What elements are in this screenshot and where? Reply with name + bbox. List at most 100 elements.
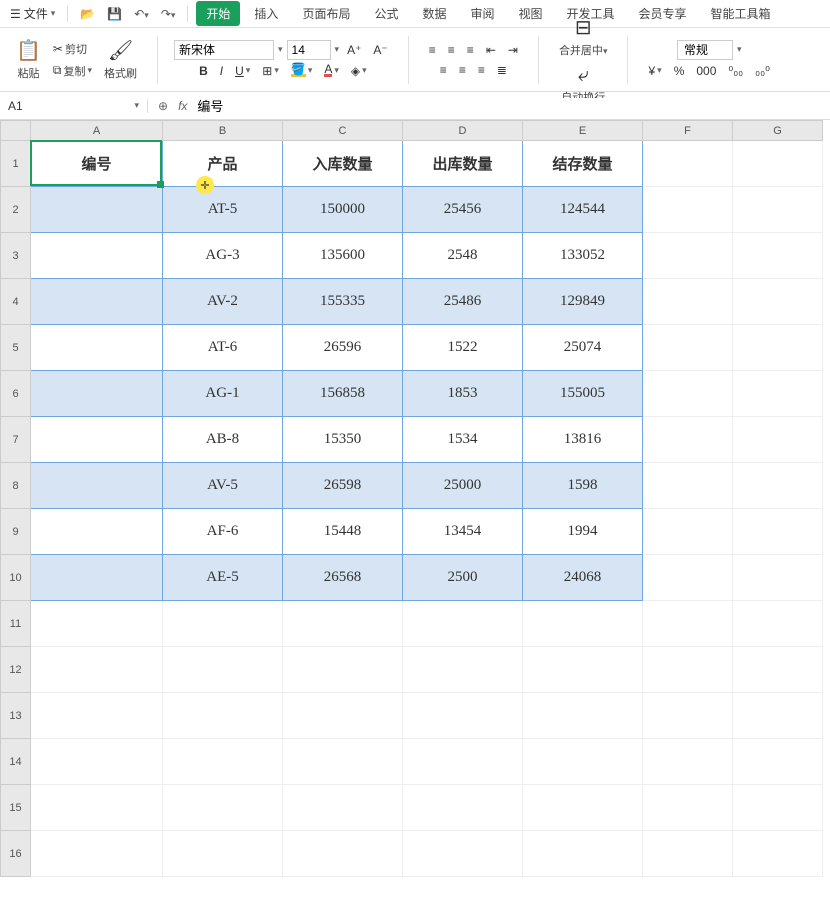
cell-E3[interactable]: 133052 xyxy=(523,233,643,279)
cell-B9[interactable]: AF-6 xyxy=(163,509,283,555)
increase-decimal-button[interactable]: ⁰₀₀ xyxy=(724,62,747,80)
cell[interactable] xyxy=(403,831,523,877)
cell-B6[interactable]: AG-1 xyxy=(163,371,283,417)
row-header-13[interactable]: 13 xyxy=(1,693,31,739)
cell-B2[interactable]: AT-5 xyxy=(163,187,283,233)
cell-A10[interactable] xyxy=(31,555,163,601)
border-button[interactable]: ⊞▾ xyxy=(258,62,283,80)
cell-F5[interactable] xyxy=(643,325,733,371)
cell-E6[interactable]: 155005 xyxy=(523,371,643,417)
open-button[interactable]: 📂 xyxy=(76,5,99,23)
cell[interactable] xyxy=(283,739,403,785)
col-header-D[interactable]: D xyxy=(403,121,523,141)
cell[interactable] xyxy=(733,601,823,647)
redo-button[interactable]: ↷▾ xyxy=(157,5,180,23)
indent-increase-button[interactable]: ⇥ xyxy=(504,41,522,59)
cell[interactable] xyxy=(283,647,403,693)
indent-decrease-button[interactable]: ⇤ xyxy=(482,41,500,59)
align-center-button[interactable]: ≡ xyxy=(455,61,470,79)
cell-A6[interactable] xyxy=(31,371,163,417)
cell[interactable] xyxy=(403,601,523,647)
row-header-16[interactable]: 16 xyxy=(1,831,31,877)
cell-C2[interactable]: 150000 xyxy=(283,187,403,233)
col-header-G[interactable]: G xyxy=(733,121,823,141)
cell-F4[interactable] xyxy=(643,279,733,325)
cell[interactable] xyxy=(643,647,733,693)
cell-G4[interactable] xyxy=(733,279,823,325)
cell-F7[interactable] xyxy=(643,417,733,463)
cell-E4[interactable]: 129849 xyxy=(523,279,643,325)
cell[interactable] xyxy=(403,785,523,831)
cell[interactable] xyxy=(733,693,823,739)
align-top-button[interactable]: ≡ xyxy=(425,41,440,59)
cell-F10[interactable] xyxy=(643,555,733,601)
cell[interactable] xyxy=(163,647,283,693)
number-format-select[interactable] xyxy=(677,40,733,60)
cell-C6[interactable]: 156858 xyxy=(283,371,403,417)
cell-F1[interactable] xyxy=(643,141,733,187)
cell-C1[interactable]: 入库数量 xyxy=(283,141,403,187)
cell-C4[interactable]: 155335 xyxy=(283,279,403,325)
cell-A9[interactable] xyxy=(31,509,163,555)
cell-D2[interactable]: 25456 xyxy=(403,187,523,233)
cell-B5[interactable]: AT-6 xyxy=(163,325,283,371)
cell-G5[interactable] xyxy=(733,325,823,371)
col-header-F[interactable]: F xyxy=(643,121,733,141)
zoom-icon[interactable]: ⊕ xyxy=(158,99,168,113)
file-menu[interactable]: ☰ 文件 ▾ xyxy=(6,3,59,24)
cell-F9[interactable] xyxy=(643,509,733,555)
cell[interactable] xyxy=(163,601,283,647)
cell-style-button[interactable]: ◈▾ xyxy=(347,62,371,80)
cell[interactable] xyxy=(523,739,643,785)
cell-D10[interactable]: 2500 xyxy=(403,555,523,601)
increase-font-button[interactable]: A⁺ xyxy=(343,41,365,59)
decrease-decimal-button[interactable]: ₀₀⁰ xyxy=(751,62,774,80)
cell-A4[interactable] xyxy=(31,279,163,325)
cell-E8[interactable]: 1598 xyxy=(523,463,643,509)
cell-B4[interactable]: AV-2 xyxy=(163,279,283,325)
col-header-C[interactable]: C xyxy=(283,121,403,141)
cell[interactable] xyxy=(31,693,163,739)
tab-smart-tools[interactable]: 智能工具箱 xyxy=(701,1,781,26)
row-header-5[interactable]: 5 xyxy=(1,325,31,371)
cell-D8[interactable]: 25000 xyxy=(403,463,523,509)
cell-E5[interactable]: 25074 xyxy=(523,325,643,371)
cell-D1[interactable]: 出库数量 xyxy=(403,141,523,187)
cell-B7[interactable]: AB-8 xyxy=(163,417,283,463)
cell[interactable] xyxy=(733,785,823,831)
cell[interactable] xyxy=(523,785,643,831)
row-header-12[interactable]: 12 xyxy=(1,647,31,693)
row-header-3[interactable]: 3 xyxy=(1,233,31,279)
row-header-10[interactable]: 10 xyxy=(1,555,31,601)
underline-button[interactable]: U▾ xyxy=(231,62,254,80)
cell-G3[interactable] xyxy=(733,233,823,279)
cell[interactable] xyxy=(163,693,283,739)
cell[interactable] xyxy=(31,647,163,693)
format-painter-button[interactable]: 🖌 格式刷 xyxy=(100,36,141,83)
cell-B8[interactable]: AV-5 xyxy=(163,463,283,509)
italic-button[interactable]: I xyxy=(216,62,227,80)
copy-button[interactable]: ⧉复制▾ xyxy=(49,61,96,81)
col-header-B[interactable]: B xyxy=(163,121,283,141)
row-header-11[interactable]: 11 xyxy=(1,601,31,647)
cell-A8[interactable] xyxy=(31,463,163,509)
align-bottom-button[interactable]: ≡ xyxy=(463,41,478,59)
cell[interactable] xyxy=(403,647,523,693)
cell-A3[interactable] xyxy=(31,233,163,279)
tab-review[interactable]: 审阅 xyxy=(460,1,504,26)
cell[interactable] xyxy=(163,739,283,785)
cut-button[interactable]: ✂剪切 xyxy=(49,39,96,59)
cell[interactable] xyxy=(403,693,523,739)
cell-G2[interactable] xyxy=(733,187,823,233)
cell[interactable] xyxy=(403,739,523,785)
cell-E2[interactable]: 124544 xyxy=(523,187,643,233)
row-header-8[interactable]: 8 xyxy=(1,463,31,509)
cell-G10[interactable] xyxy=(733,555,823,601)
cell[interactable] xyxy=(643,831,733,877)
cell-C10[interactable]: 26568 xyxy=(283,555,403,601)
fill-color-button[interactable]: 🪣▾ xyxy=(287,62,316,79)
undo-button[interactable]: ↶▾ xyxy=(130,5,153,23)
cell[interactable] xyxy=(523,831,643,877)
tab-member[interactable]: 会员专享 xyxy=(629,1,697,26)
percent-button[interactable]: % xyxy=(670,62,689,80)
